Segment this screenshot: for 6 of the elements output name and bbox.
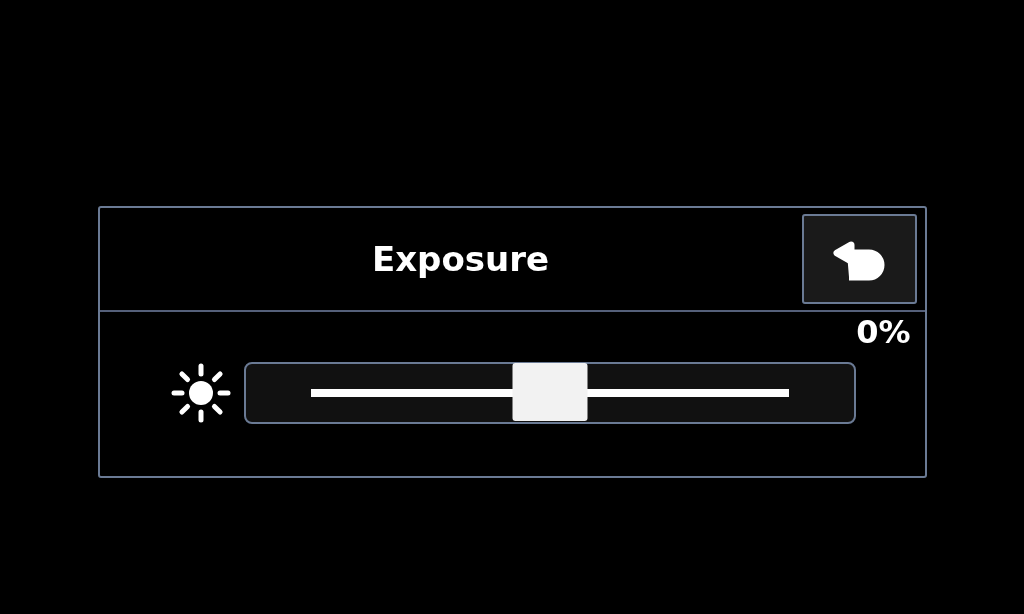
slider-thumb[interactable] bbox=[512, 363, 587, 421]
exposure-value: 0% bbox=[856, 316, 911, 348]
exposure-slider[interactable] bbox=[243, 362, 856, 424]
dialog-title: Exposure bbox=[370, 237, 551, 281]
sun-icon bbox=[169, 362, 232, 424]
back-button[interactable] bbox=[801, 214, 917, 304]
